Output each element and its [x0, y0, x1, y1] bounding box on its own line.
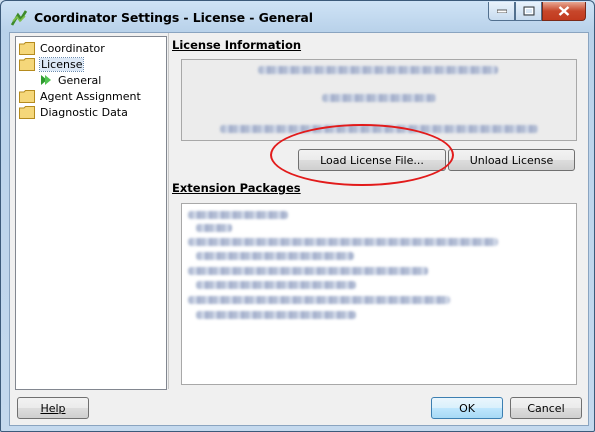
redacted-text — [196, 224, 232, 232]
redacted-text — [188, 238, 498, 246]
caption-buttons — [488, 2, 586, 22]
redacted-text — [188, 211, 288, 219]
cancel-label: Cancel — [527, 401, 565, 415]
close-icon — [558, 6, 570, 16]
dialog-client-area: Coordinator License General Agent Assign… — [9, 32, 589, 426]
redacted-text — [258, 66, 498, 74]
license-info-panel — [181, 59, 577, 141]
maximize-icon — [523, 6, 534, 16]
unload-license-button[interactable]: Unload License — [448, 149, 575, 171]
tree-item-label: General — [58, 73, 102, 87]
help-label: Help — [40, 401, 66, 415]
ok-label: OK — [459, 401, 475, 415]
folder-icon — [19, 89, 35, 103]
folder-icon — [19, 41, 35, 55]
arrow-icon — [41, 75, 51, 85]
dialog-window: Coordinator Settings - License - General… — [0, 0, 595, 432]
unload-license-label: Unload License — [469, 153, 554, 167]
load-license-label: Load License File... — [320, 153, 424, 167]
tree-item-diagnostic-data[interactable]: Diagnostic Data — [19, 104, 128, 120]
tree-item-label: Coordinator — [40, 41, 105, 55]
redacted-text — [188, 296, 450, 304]
window-title: Coordinator Settings - License - General — [34, 10, 313, 25]
redacted-text — [196, 311, 356, 319]
tree-item-general[interactable]: General — [40, 72, 101, 88]
tree-item-coordinator[interactable]: Coordinator — [19, 40, 105, 56]
extensions-section-title: Extension Packages — [172, 181, 301, 195]
ok-button[interactable]: OK — [431, 397, 503, 419]
minimize-button[interactable] — [488, 2, 515, 21]
tree-item-label: Agent Assignment — [40, 89, 141, 103]
tree-item-label: Diagnostic Data — [40, 105, 128, 119]
settings-tree[interactable]: Coordinator License General Agent Assign… — [15, 36, 167, 390]
tree-item-agent-assignment[interactable]: Agent Assignment — [19, 88, 141, 104]
load-license-button[interactable]: Load License File... — [298, 149, 446, 171]
pane-divider[interactable] — [168, 33, 169, 389]
minimize-icon — [496, 9, 507, 13]
close-button[interactable] — [542, 2, 586, 21]
title-bar[interactable]: Coordinator Settings - License - General — [1, 1, 594, 33]
redacted-text — [196, 281, 356, 289]
cancel-button[interactable]: Cancel — [510, 397, 582, 419]
maximize-button[interactable] — [515, 2, 542, 21]
extension-packages-list[interactable] — [181, 203, 577, 385]
redacted-text — [322, 94, 436, 102]
help-button[interactable]: Help — [17, 397, 89, 419]
folder-icon — [19, 57, 35, 71]
tree-item-license[interactable]: License — [19, 56, 85, 72]
folder-icon — [19, 105, 35, 119]
tree-item-label: License — [38, 56, 85, 72]
redacted-text — [220, 125, 538, 133]
app-icon — [10, 10, 28, 26]
redacted-text — [196, 252, 354, 260]
redacted-text — [188, 267, 428, 275]
license-section-title: License Information — [172, 38, 302, 52]
